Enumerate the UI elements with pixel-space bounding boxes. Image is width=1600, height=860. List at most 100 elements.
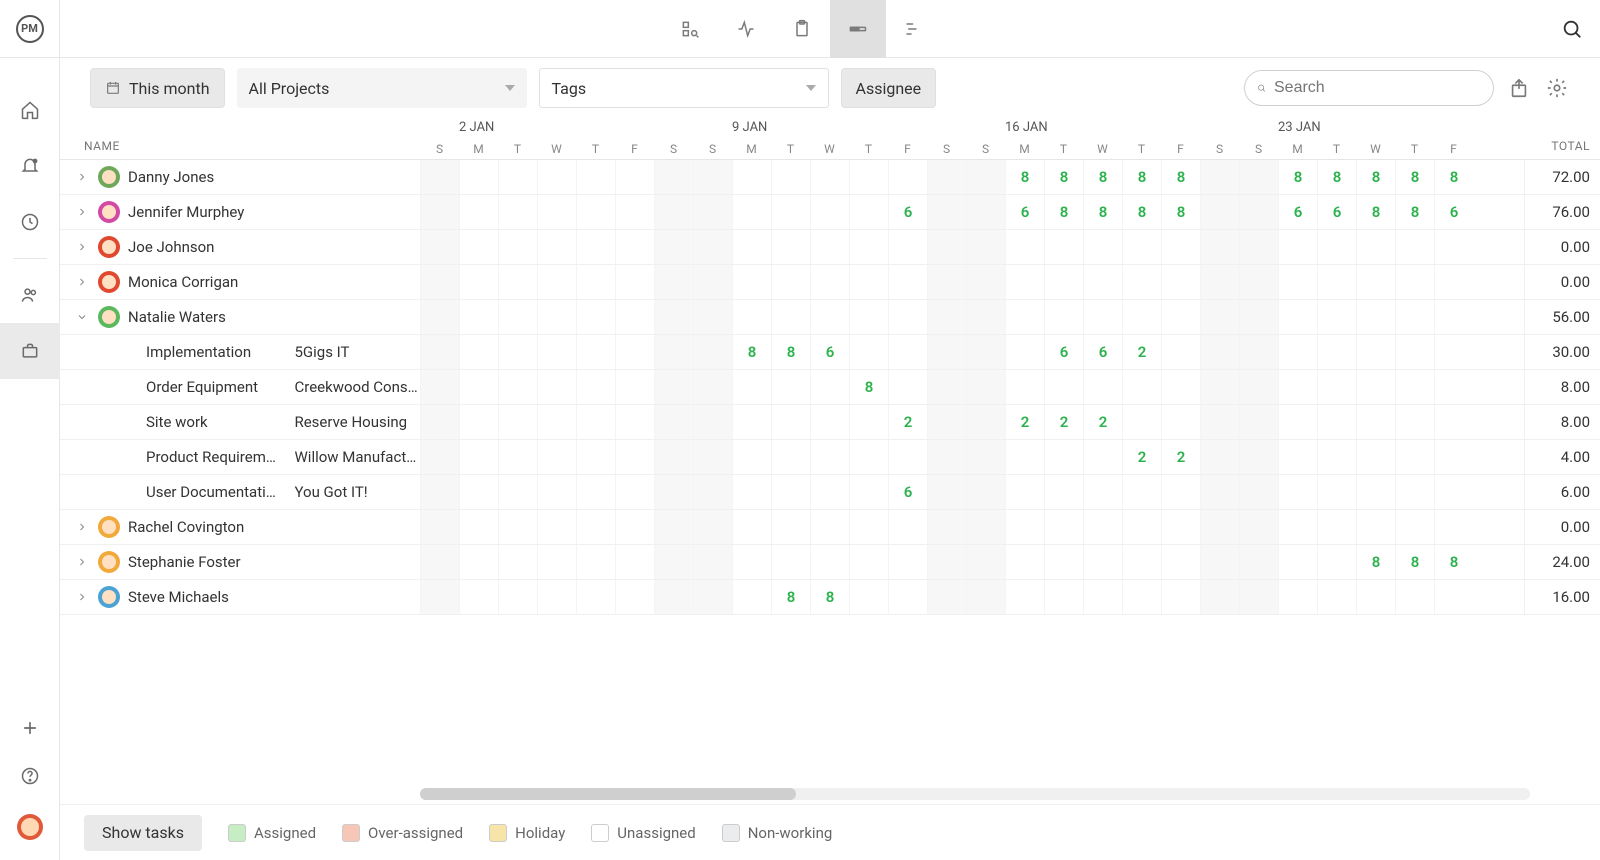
hour-cell[interactable] <box>654 405 693 439</box>
hour-cell[interactable] <box>420 580 459 614</box>
hour-cell[interactable] <box>693 370 732 404</box>
hour-cell[interactable] <box>1083 300 1122 334</box>
hour-cell[interactable]: 8 <box>1278 160 1317 194</box>
hour-cell[interactable] <box>1044 265 1083 299</box>
hour-cell[interactable] <box>615 160 654 194</box>
nav-notifications-icon[interactable] <box>0 138 60 194</box>
hour-cell[interactable] <box>654 370 693 404</box>
hour-cell[interactable] <box>732 545 771 579</box>
hour-cell[interactable] <box>732 580 771 614</box>
hour-cell[interactable] <box>576 300 615 334</box>
hour-cell[interactable] <box>1434 475 1473 509</box>
hour-cell[interactable] <box>1122 475 1161 509</box>
hour-cell[interactable] <box>966 440 1005 474</box>
hour-cell[interactable] <box>537 440 576 474</box>
hour-cell[interactable] <box>1239 195 1278 229</box>
hour-cell[interactable] <box>498 370 537 404</box>
hour-cell[interactable] <box>810 440 849 474</box>
hour-cell[interactable] <box>693 265 732 299</box>
hour-cell[interactable]: 6 <box>888 475 927 509</box>
hour-cell[interactable] <box>1317 475 1356 509</box>
hour-cell[interactable] <box>576 370 615 404</box>
hour-cell[interactable] <box>1005 580 1044 614</box>
hour-cell[interactable] <box>1200 265 1239 299</box>
hour-cell[interactable] <box>849 440 888 474</box>
hour-cell[interactable] <box>771 160 810 194</box>
hour-cell[interactable] <box>615 440 654 474</box>
hour-cell[interactable] <box>654 265 693 299</box>
hour-cell[interactable] <box>849 510 888 544</box>
hour-cell[interactable] <box>1278 335 1317 369</box>
hour-cell[interactable] <box>1083 230 1122 264</box>
hour-cell[interactable] <box>693 475 732 509</box>
hour-cell[interactable] <box>1122 300 1161 334</box>
hour-cell[interactable] <box>693 160 732 194</box>
hour-cell[interactable] <box>537 370 576 404</box>
hour-cell[interactable] <box>576 510 615 544</box>
hour-cell[interactable] <box>732 300 771 334</box>
hour-cell[interactable] <box>1083 370 1122 404</box>
hour-cell[interactable] <box>1278 230 1317 264</box>
person-row[interactable]: Joe Johnson0.00 <box>60 230 1600 265</box>
hour-cell[interactable] <box>459 265 498 299</box>
hour-cell[interactable] <box>771 265 810 299</box>
hour-cell[interactable] <box>576 440 615 474</box>
hour-cell[interactable]: 8 <box>810 580 849 614</box>
hour-cell[interactable] <box>771 405 810 439</box>
hour-cell[interactable] <box>1278 545 1317 579</box>
hour-cell[interactable] <box>693 545 732 579</box>
hour-cell[interactable]: 8 <box>1083 195 1122 229</box>
hour-cell[interactable]: 2 <box>1083 405 1122 439</box>
hour-cell[interactable] <box>498 405 537 439</box>
hour-cell[interactable] <box>498 545 537 579</box>
hour-cell[interactable] <box>1239 510 1278 544</box>
hour-cell[interactable]: 8 <box>1395 195 1434 229</box>
hour-cell[interactable] <box>498 510 537 544</box>
hour-cell[interactable] <box>1161 335 1200 369</box>
hour-cell[interactable] <box>1044 475 1083 509</box>
person-row[interactable]: Danny Jones888888888872.00 <box>60 160 1600 195</box>
hour-cell[interactable] <box>459 545 498 579</box>
hour-cell[interactable] <box>615 545 654 579</box>
hour-cell[interactable]: 8 <box>771 335 810 369</box>
hour-cell[interactable]: 8 <box>1434 160 1473 194</box>
hour-cell[interactable] <box>1161 510 1200 544</box>
hour-cell[interactable] <box>732 160 771 194</box>
chevron-down-icon[interactable] <box>74 309 90 325</box>
person-row[interactable]: Natalie Waters56.00 <box>60 300 1600 335</box>
hour-cell[interactable] <box>537 475 576 509</box>
hour-cell[interactable] <box>1083 510 1122 544</box>
hour-cell[interactable] <box>459 580 498 614</box>
hour-cell[interactable] <box>654 510 693 544</box>
hour-cell[interactable] <box>1239 335 1278 369</box>
hour-cell[interactable]: 6 <box>1044 335 1083 369</box>
hour-cell[interactable] <box>966 370 1005 404</box>
person-row[interactable]: Jennifer Murphey6688886688676.00 <box>60 195 1600 230</box>
chevron-right-icon[interactable] <box>74 519 90 535</box>
hour-cell[interactable] <box>420 545 459 579</box>
hour-cell[interactable] <box>1005 335 1044 369</box>
hour-cell[interactable] <box>927 440 966 474</box>
hour-cell[interactable] <box>849 265 888 299</box>
hour-cell[interactable] <box>849 335 888 369</box>
hour-cell[interactable]: 8 <box>1434 545 1473 579</box>
hour-cell[interactable] <box>927 580 966 614</box>
hour-cell[interactable] <box>732 230 771 264</box>
hour-cell[interactable] <box>459 230 498 264</box>
hour-cell[interactable]: 8 <box>1122 160 1161 194</box>
hour-cell[interactable] <box>732 265 771 299</box>
hour-cell[interactable] <box>771 370 810 404</box>
hour-cell[interactable] <box>1434 335 1473 369</box>
hour-cell[interactable] <box>810 405 849 439</box>
hour-cell[interactable] <box>1356 440 1395 474</box>
hour-cell[interactable] <box>420 405 459 439</box>
hour-cell[interactable] <box>888 160 927 194</box>
grid-body[interactable]: Danny Jones888888888872.00Jennifer Murph… <box>60 160 1600 860</box>
hour-cell[interactable]: 2 <box>1161 440 1200 474</box>
hour-cell[interactable] <box>576 195 615 229</box>
hour-cell[interactable] <box>1200 195 1239 229</box>
hour-cell[interactable]: 8 <box>1083 160 1122 194</box>
hour-cell[interactable] <box>927 195 966 229</box>
hour-cell[interactable] <box>966 580 1005 614</box>
hour-cell[interactable] <box>420 195 459 229</box>
